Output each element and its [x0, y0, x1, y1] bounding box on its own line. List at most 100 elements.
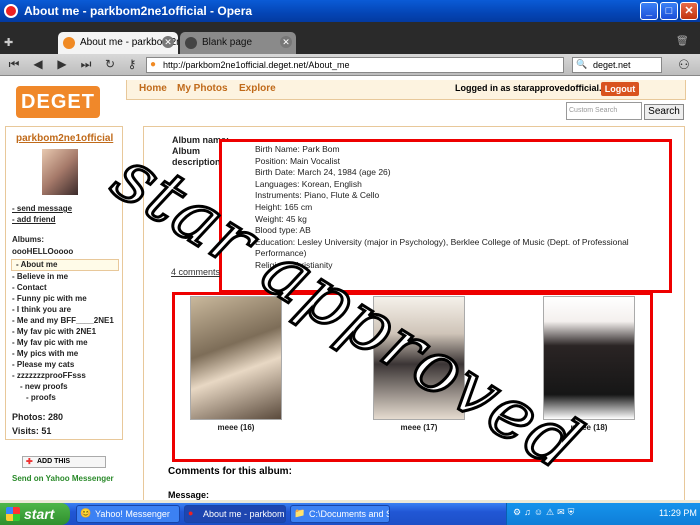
album-item[interactable]: - Funny pic with me	[12, 294, 87, 303]
about-line: Birth Name: Park Bom	[255, 144, 340, 154]
photo-thumbnail[interactable]	[543, 296, 635, 420]
album-item[interactable]: - My pics with me	[12, 349, 78, 358]
taskbar-label: Yahoo! Messenger	[95, 509, 170, 519]
clock[interactable]: 11:29 PM	[659, 508, 697, 518]
folder-icon: 📁	[294, 508, 306, 518]
about-line: Languages: Korean, English	[255, 178, 362, 189]
blank-page-icon	[185, 37, 197, 49]
message-label: Message:	[168, 490, 210, 500]
avatar[interactable]	[42, 149, 78, 195]
album-item[interactable]: - My fav pic with 2NE1	[12, 327, 96, 336]
photo-caption[interactable]: meee (18)	[543, 423, 635, 432]
about-line: Height: 165 cm	[255, 201, 313, 212]
addthis-button[interactable]: ✚ ADD THIS	[22, 456, 106, 468]
album-item[interactable]: - My fav pic with me	[12, 338, 88, 347]
rewind-icon[interactable]: ⏮	[6, 57, 22, 72]
album-label: Album	[172, 146, 200, 156]
close-button[interactable]: ✕	[680, 2, 698, 20]
taskbar-item-explorer[interactable]: 📁C:\Documents and S...	[290, 505, 390, 523]
album-item[interactable]: - proofs	[26, 393, 56, 402]
window-title: About me - parkbom2ne1official - Opera	[24, 4, 253, 18]
description-label: description:	[172, 157, 224, 167]
fast-forward-icon[interactable]: ⏭	[78, 57, 94, 72]
yahoo-icon: 😊	[80, 508, 92, 518]
navigation-bar: ⏮ ◀ ▶ ⏭ ↻ ⚷ ● http://parkbom2ne1official…	[0, 54, 700, 76]
album-item[interactable]: - I think you are	[12, 305, 71, 314]
about-line: Blood type: AB	[255, 225, 311, 236]
add-friend-link[interactable]: - add friend	[12, 215, 56, 224]
favicon-icon	[63, 37, 75, 49]
album-description-box: Birth Name: Park Bom Position: Main Voca…	[219, 139, 672, 293]
start-label: start	[24, 506, 55, 522]
about-line: Weight: 45 kg	[255, 213, 307, 224]
search-field[interactable]: 🔍 deget.net	[572, 57, 662, 73]
album-item[interactable]: - new proofs	[20, 382, 68, 391]
about-line: Education: Lesley University (major in P…	[255, 236, 629, 259]
search-engine-icon: 🔍	[576, 59, 588, 69]
album-item[interactable]: - Contact	[12, 283, 47, 292]
minimize-button[interactable]: _	[640, 2, 658, 20]
logged-in-text: Logged in as starapprovedofficial.	[455, 83, 602, 93]
album-item[interactable]: - Please my cats	[12, 360, 74, 369]
nav-explore[interactable]: Explore	[239, 83, 276, 94]
close-tab-icon[interactable]: ✕	[162, 36, 174, 48]
site-logo[interactable]: DEGET	[16, 86, 100, 118]
about-line: Religion: Christianity	[255, 259, 333, 270]
addthis-label: ADD THIS	[37, 458, 71, 465]
taskbar-label: C:\Documents and S...	[309, 509, 389, 519]
system-tray: ⚙♫☺⚠✉⛨ 11:29 PM	[506, 503, 700, 525]
photo-thumbnail[interactable]	[373, 296, 465, 420]
nav-my-photos[interactable]: My Photos	[177, 83, 228, 94]
menu-icon[interactable]: ✚	[4, 36, 13, 49]
reload-icon[interactable]: ↻	[102, 57, 118, 71]
address-field[interactable]: ● http://parkbom2ne1official.deget.net/A…	[146, 57, 564, 73]
send-message-link[interactable]: - send message	[12, 204, 72, 213]
tab-label: Blank page	[202, 37, 253, 48]
search-value: deget.net	[593, 60, 631, 70]
yahoo-messenger-link[interactable]: Send on Yahoo Messenger	[12, 474, 114, 483]
album-item[interactable]: - Believe in me	[12, 272, 68, 281]
trash-icon[interactable]: 🗑	[676, 36, 689, 47]
taskbar-label: About me - parkbom...	[203, 509, 286, 519]
photo-caption[interactable]: meee (17)	[373, 423, 465, 432]
about-line: Instruments: Piano, Flute & Cello	[255, 190, 380, 201]
nav-home[interactable]: Home	[139, 83, 167, 94]
forward-icon[interactable]: ▶	[54, 57, 70, 71]
tray-icons[interactable]: ⚙♫☺⚠✉⛨	[513, 507, 577, 518]
photos-count: Photos: 280	[12, 412, 64, 422]
maximize-button[interactable]: □	[660, 2, 678, 20]
title-bar: About me - parkbom2ne1official - Opera _…	[0, 0, 700, 22]
tab-blank-page[interactable]: Blank page ✕	[180, 32, 296, 54]
comments-link[interactable]: 4 comments	[171, 267, 220, 277]
tab-about-me[interactable]: About me - parkbom2ne1o... ✕	[58, 32, 178, 54]
opera-icon	[4, 4, 18, 18]
album-item[interactable]: oooHELLOoooo	[12, 247, 73, 256]
search-button[interactable]: Search	[644, 104, 684, 120]
logout-button[interactable]: Logout	[601, 82, 639, 96]
albums-header: Albums:	[12, 235, 44, 244]
start-button[interactable]: start	[0, 503, 70, 525]
custom-search-input[interactable]: Custom Search	[566, 102, 642, 120]
album-item[interactable]: - zzzzzzzprooFFsss	[12, 371, 86, 380]
taskbar-item-yahoo[interactable]: 😊 Yahoo! Messenger	[76, 505, 180, 523]
taskbar: start 😊 Yahoo! Messenger ● About me - park…	[0, 503, 700, 525]
search-placeholder: Custom Search	[569, 107, 618, 114]
close-tab-icon[interactable]: ✕	[280, 36, 292, 48]
taskbar-item-opera[interactable]: ● About me - parkbom...	[184, 505, 286, 523]
photo-caption[interactable]: meee (16)	[190, 423, 282, 432]
visits-count: Visits: 51	[12, 426, 52, 436]
back-icon[interactable]: ◀	[30, 57, 46, 71]
about-line: Birth Date: March 24, 1984 (age 26)	[255, 167, 391, 178]
opera-icon: ●	[188, 508, 194, 518]
sidebar: parkbom2ne1official - send message - add…	[5, 126, 123, 440]
username-link[interactable]: parkbom2ne1official	[16, 133, 113, 144]
site-favicon-icon: ●	[150, 59, 157, 70]
windows-logo-icon	[6, 507, 20, 521]
turbo-icon[interactable]: ⚇	[676, 57, 692, 73]
site-nav: Home My Photos Explore Logged in as star…	[126, 80, 686, 100]
address-url: http://parkbom2ne1official.deget.net/Abo…	[163, 60, 350, 70]
key-icon[interactable]: ⚷	[124, 57, 140, 71]
photo-thumbnail[interactable]	[190, 296, 282, 420]
album-item-about-me[interactable]: - About me	[16, 260, 57, 269]
album-item[interactable]: - Me and my BFF____2NE1	[12, 316, 114, 325]
